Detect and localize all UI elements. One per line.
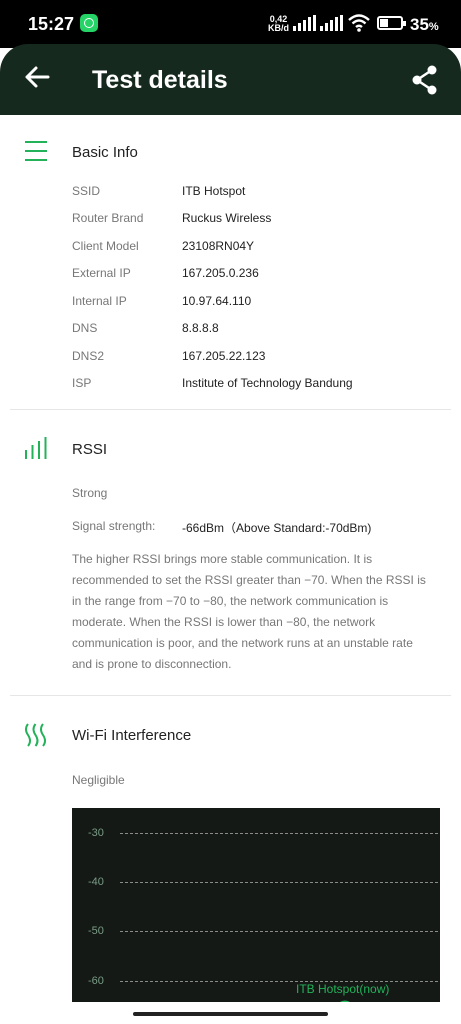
rssi-status: Strong <box>72 486 108 500</box>
network-speed: 0,42 KB/d <box>268 15 289 33</box>
rssi-description: The higher RSSI brings more stable commu… <box>72 552 426 671</box>
info-value-internal-ip: 10.97.64.110 <box>182 294 252 308</box>
signal-icon <box>293 15 317 31</box>
grid-line <box>120 833 438 834</box>
info-value-router-brand: Ruckus Wireless <box>182 211 272 225</box>
info-label-isp: ISP <box>72 376 92 390</box>
info-value-external-ip: 167.205.0.236 <box>182 266 259 280</box>
grid-line <box>120 931 438 932</box>
interference-chart: -30 -40 -50 -60 <box>72 808 440 1008</box>
y-tick-label: -30 <box>88 827 104 839</box>
info-label-ssid: SSID <box>72 184 101 198</box>
basic-info-title: Basic Info <box>72 144 138 161</box>
y-tick-label: -60 <box>88 975 104 987</box>
y-tick-label: -40 <box>88 876 104 888</box>
info-label-router-brand: Router Brand <box>72 211 144 225</box>
info-label-external-ip: External IP <box>72 266 131 280</box>
grid-line <box>120 882 438 883</box>
interference-waves-icon <box>25 723 46 747</box>
menu-list-icon <box>25 141 47 161</box>
info-value-dns: 8.8.8.8 <box>182 321 219 335</box>
status-time: 15:27 <box>28 14 75 34</box>
signal-strength-value: -66dBm（Above Standard:-70dBm) <box>182 521 372 535</box>
battery-icon <box>377 16 406 30</box>
navigation-bar <box>0 1002 461 1024</box>
rssi-title: RSSI <box>72 441 108 458</box>
signal-icon-2 <box>320 15 344 31</box>
y-tick-label: -50 <box>88 925 104 937</box>
section-divider <box>10 695 451 696</box>
whatsapp-icon <box>80 14 98 32</box>
section-divider <box>10 409 451 410</box>
series-label: ITB Hotspot(now) <box>296 982 390 996</box>
signal-bars-icon <box>25 437 47 459</box>
info-label-dns2: DNS2 <box>72 349 105 363</box>
interference-title: Wi-Fi Interference <box>72 727 192 744</box>
network-speed-unit: KB/d <box>268 23 289 33</box>
page-title: Test details <box>92 66 228 94</box>
signal-strength-label: Signal strength: <box>72 519 156 533</box>
app-header: Test details <box>0 44 461 115</box>
back-arrow-icon[interactable] <box>22 62 52 92</box>
status-bar: 15:27 0,42 KB/d 35% <box>0 0 461 48</box>
info-value-dns2: 167.205.22.123 <box>182 349 266 363</box>
info-label-internal-ip: Internal IP <box>72 294 127 308</box>
wifi-icon <box>348 14 370 32</box>
home-gesture-handle[interactable] <box>133 1012 328 1016</box>
info-label-dns: DNS <box>72 321 98 335</box>
interference-status: Negligible <box>72 773 125 787</box>
info-label-client-model: Client Model <box>72 239 139 253</box>
info-value-isp: Institute of Technology Bandung <box>182 376 353 390</box>
info-value-ssid: ITB Hotspot <box>182 184 246 198</box>
grid-line <box>120 981 438 982</box>
battery-percent: 35% <box>410 15 439 34</box>
share-icon[interactable] <box>410 64 440 96</box>
info-value-client-model: 23108RN04Y <box>182 239 255 253</box>
